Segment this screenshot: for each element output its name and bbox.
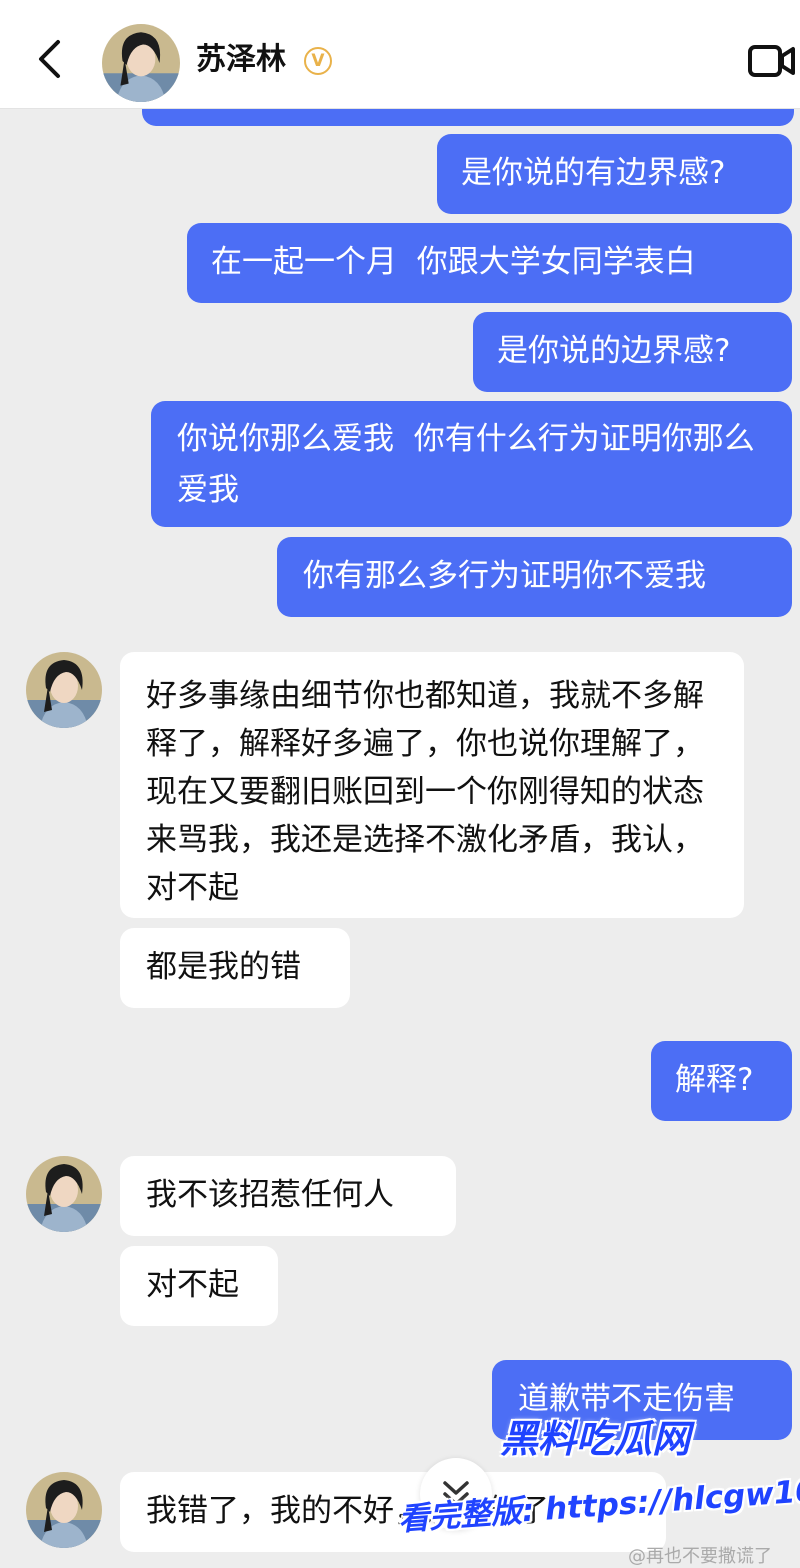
watermark-site-name: 黑料吃瓜网 [500, 1417, 691, 1461]
message-bubble-incoming[interactable]: 对不起 [120, 1246, 278, 1326]
contact-name: 苏泽林 [196, 42, 286, 77]
contact-avatar[interactable] [26, 1472, 102, 1548]
chevron-left-icon [39, 40, 60, 78]
message-bubble-incoming[interactable]: 我不该招惹任何人 [120, 1156, 456, 1236]
contact-avatar[interactable] [26, 652, 102, 728]
watermark-weibo-credit: @再也不要撒谎了 [628, 1546, 772, 1567]
message-bubble-outgoing[interactable]: 在一起一个月 你跟大学女同学表白 [187, 223, 792, 303]
message-bubble-outgoing[interactable]: 你说你那么爱我 你有什么行为证明你那么爱我 [151, 401, 792, 527]
message-bubble-incoming[interactable]: 好多事缘由细节你也都知道，我就不多解释了，解释好多遍了，你也说你理解了，现在又要… [120, 652, 744, 918]
contact-avatar[interactable] [102, 24, 180, 102]
back-button[interactable] [32, 38, 66, 80]
message-bubble-outgoing[interactable]: 是你说的有边界感? [437, 134, 792, 214]
video-camera-icon [748, 45, 795, 77]
message-bubble-incoming[interactable]: 都是我的错 [120, 928, 350, 1008]
message-bubble-outgoing[interactable]: 解释? [651, 1041, 792, 1121]
message-bubble-outgoing[interactable]: 你有那么多行为证明你不爱我 [277, 537, 792, 617]
contact-avatar[interactable] [26, 1156, 102, 1232]
message-bubble-outgoing[interactable]: 是你说的边界感? [473, 312, 792, 392]
video-call-button[interactable] [748, 40, 796, 82]
verified-badge-icon: V [304, 47, 332, 75]
chat-header: 苏泽林 V [0, 0, 800, 109]
